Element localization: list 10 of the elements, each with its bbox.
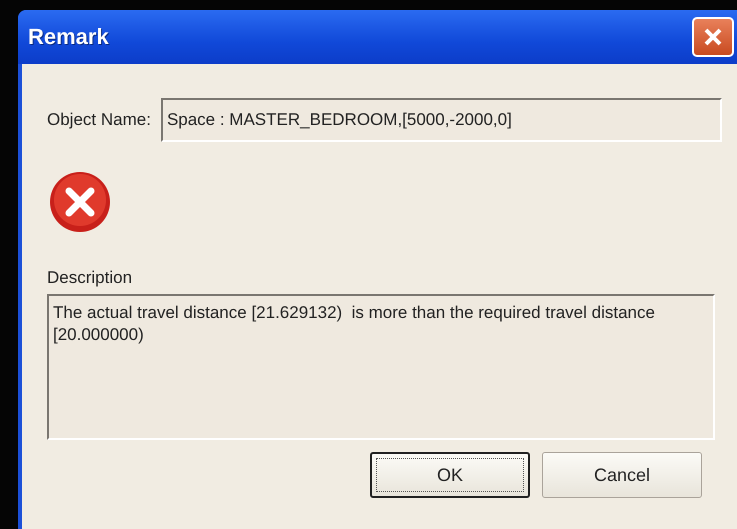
description-label: Description: [47, 268, 134, 288]
object-name-label: Object Name:: [47, 110, 151, 130]
dialog-button[interactable]: Cancel: [542, 452, 702, 498]
object-name-field[interactable]: Space : MASTER_BEDROOM,[5000,-2000,0]: [160, 98, 722, 142]
close-button[interactable]: [692, 17, 734, 57]
default-button[interactable]: OK: [370, 452, 530, 498]
error-icon: [47, 170, 113, 234]
window-title: Remark: [28, 24, 109, 50]
close-icon: [702, 26, 724, 48]
description-text-area[interactable]: The actual travel distance [21.629132) is more than the required travel distance [20.000000): [47, 294, 715, 440]
